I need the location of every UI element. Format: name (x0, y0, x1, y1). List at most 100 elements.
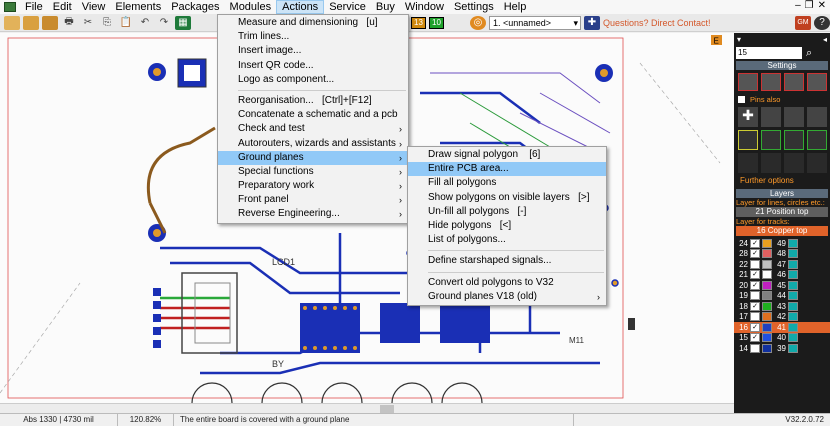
menu-item-ground-planes[interactable]: Ground planes › (218, 150, 408, 165)
tool-c-icon[interactable] (784, 107, 804, 127)
menu-item-insert-qr[interactable]: Insert QR code... (218, 59, 408, 73)
menu-modules[interactable]: Modules (225, 0, 277, 14)
menu-item-list-polygons[interactable]: List of polygons... (408, 233, 606, 247)
panel-menu-icon[interactable]: ▾ (737, 35, 741, 44)
circle-tool-icon[interactable] (807, 130, 827, 150)
undo-icon[interactable]: ↶ (137, 16, 153, 30)
search-input[interactable]: 15 (736, 47, 802, 59)
contact-link[interactable]: Questions? Direct Contact! (603, 18, 711, 28)
menu-settings[interactable]: Settings (449, 0, 499, 14)
menu-item-reverse-engineering[interactable]: Reverse Engineering... › (218, 207, 408, 221)
tool-mode-3-icon[interactable] (784, 73, 804, 91)
tool-b-icon[interactable] (761, 107, 781, 127)
restore-icon[interactable]: ❐ (805, 0, 814, 11)
new-file-icon[interactable] (4, 15, 20, 30)
document-select[interactable]: 1. <unnamed> (489, 15, 581, 30)
close-icon[interactable]: ✕ (818, 0, 826, 11)
menu-item-measure[interactable]: Measure and dimensioning [u] (218, 16, 408, 30)
menu-help[interactable]: Help (499, 0, 532, 14)
menu-item-starshaped-signals[interactable]: Define starshaped signals... (408, 254, 606, 268)
open-file-icon[interactable] (23, 15, 39, 30)
menu-item-insert-image[interactable]: Insert image... (218, 44, 408, 58)
layer-row[interactable]: 28 ✓ 48 (734, 249, 830, 260)
tool-mode-1-icon[interactable] (738, 73, 758, 91)
menu-item-draw-signal-polygon[interactable]: Draw signal polygon [6] (408, 148, 606, 162)
scrollbar-thumb[interactable] (380, 405, 394, 413)
layer-row[interactable]: 22 47 (734, 259, 830, 270)
layer-row[interactable]: 24 ✓ 49 (734, 238, 830, 249)
menu-item-ground-planes-v18[interactable]: Ground planes V18 (old) › (408, 290, 606, 304)
panel-pin-icon[interactable]: ◂ (823, 35, 827, 44)
print-icon[interactable]: 🖶 (61, 16, 77, 30)
cut-icon[interactable]: ✂ (80, 16, 96, 30)
layer-row[interactable]: 18 ✓ 43 (734, 301, 830, 312)
menu-item-fill-all-polygons[interactable]: Fill all polygons (408, 176, 606, 190)
gm-icon[interactable]: GM (795, 15, 811, 30)
target-icon[interactable]: ◎ (470, 15, 486, 30)
menu-item-autorouters[interactable]: Autorouters, wizards and assistants › (218, 137, 408, 151)
menu-item-logo[interactable]: Logo as component... (218, 73, 408, 87)
m-label: M11 (569, 336, 585, 345)
menu-actions[interactable]: Actions (276, 0, 325, 14)
menu-service[interactable]: Service (324, 0, 371, 14)
save-icon[interactable] (42, 15, 58, 30)
pcb-view-icon[interactable]: ▦ (175, 15, 191, 30)
pins-also-row[interactable]: Pins also (734, 94, 830, 104)
line-tool-icon[interactable] (738, 130, 758, 150)
menu-packages[interactable]: Packages (166, 0, 224, 14)
menu-window[interactable]: Window (400, 0, 449, 14)
search-row: 15 ⌕ (734, 45, 830, 61)
paste-icon[interactable]: 📋 (118, 16, 134, 30)
menu-item-unfill-polygons[interactable]: Un-fill all polygons [-] (408, 205, 606, 219)
layer-list: 24 ✓ 49 28 ✓ 48 22 47 21 ✓ 46 20 ✓ 45 19 44 18 ✓ 43 … (734, 238, 830, 354)
menu-item-check-test[interactable]: Check and test › (218, 122, 408, 136)
submenu-arrow-icon: › (399, 195, 402, 206)
further-options-link[interactable]: Further options (734, 176, 830, 185)
menu-item-hide-polygons[interactable]: Hide polygons [<] (408, 219, 606, 233)
track-tool-2-icon[interactable] (761, 153, 781, 173)
layer-row[interactable]: 20 ✓ 45 (734, 280, 830, 291)
menu-view[interactable]: View (77, 0, 111, 14)
pins-also-checkbox[interactable] (738, 95, 745, 103)
curve-tool-icon[interactable] (784, 130, 804, 150)
help-icon[interactable]: ? (814, 15, 830, 30)
layer-row[interactable]: 14 39 (734, 343, 830, 354)
layer-row[interactable]: 19 44 (734, 291, 830, 302)
layer-row[interactable]: 15 ✓ 40 (734, 333, 830, 344)
layer-row[interactable]: 21 ✓ 46 (734, 270, 830, 281)
tool-mode-4-icon[interactable] (807, 73, 827, 91)
menu-edit[interactable]: Edit (48, 0, 77, 14)
menu-item-show-polygons[interactable]: Show polygons on visible layers [>] (408, 191, 606, 205)
menu-item-preparatory-work[interactable]: Preparatory work › (218, 179, 408, 193)
layer-lines-select[interactable]: 21 Position top (736, 207, 828, 217)
track-tool-1-icon[interactable] (738, 153, 758, 173)
tool-d-icon[interactable] (807, 107, 827, 127)
layer-button-10[interactable]: 10 (429, 16, 444, 29)
menu-item-special-functions[interactable]: Special functions › (218, 165, 408, 179)
menu-elements[interactable]: Elements (110, 0, 166, 14)
tool-mode-2-icon[interactable] (761, 73, 781, 91)
menu-item-reorganisation[interactable]: Reorganisation... [Ctrl]+[F12] (218, 94, 408, 108)
menu-item-trim-lines[interactable]: Trim lines... (218, 30, 408, 44)
minimize-icon[interactable]: – (795, 0, 801, 11)
menu-item-entire-pcb-area[interactable]: Entire PCB area... (408, 162, 606, 177)
move-tool-icon[interactable]: ✚ (738, 107, 758, 127)
layer-row[interactable]: 17 42 (734, 312, 830, 323)
toolbar: 🖶 ✂ ⎘ 📋 ↶ ↷ ▦ 15 2 13 10 ◎ 1. <unnamed> … (0, 14, 830, 32)
layer-row[interactable]: 16 ✓ 41 (734, 322, 830, 333)
menu-separator (428, 250, 604, 252)
binoculars-icon[interactable]: ⌕ (806, 47, 812, 60)
menu-buy[interactable]: Buy (371, 0, 400, 14)
arc-tool-icon[interactable] (761, 130, 781, 150)
track-tool-4-icon[interactable] (807, 153, 827, 173)
redo-icon[interactable]: ↷ (156, 16, 172, 30)
menu-item-concatenate[interactable]: Concatenate a schematic and a pcb (218, 108, 408, 122)
horizontal-scrollbar[interactable] (0, 403, 734, 413)
copy-icon[interactable]: ⎘ (99, 16, 115, 30)
menu-file[interactable]: File (20, 0, 48, 14)
layer-button-13[interactable]: 13 (411, 16, 426, 29)
layer-tracks-select[interactable]: 16 Copper top (736, 226, 828, 236)
menu-item-front-panel[interactable]: Front panel › (218, 193, 408, 207)
menu-item-convert-old-polygons[interactable]: Convert old polygons to V32 (408, 276, 606, 290)
track-tool-3-icon[interactable] (784, 153, 804, 173)
